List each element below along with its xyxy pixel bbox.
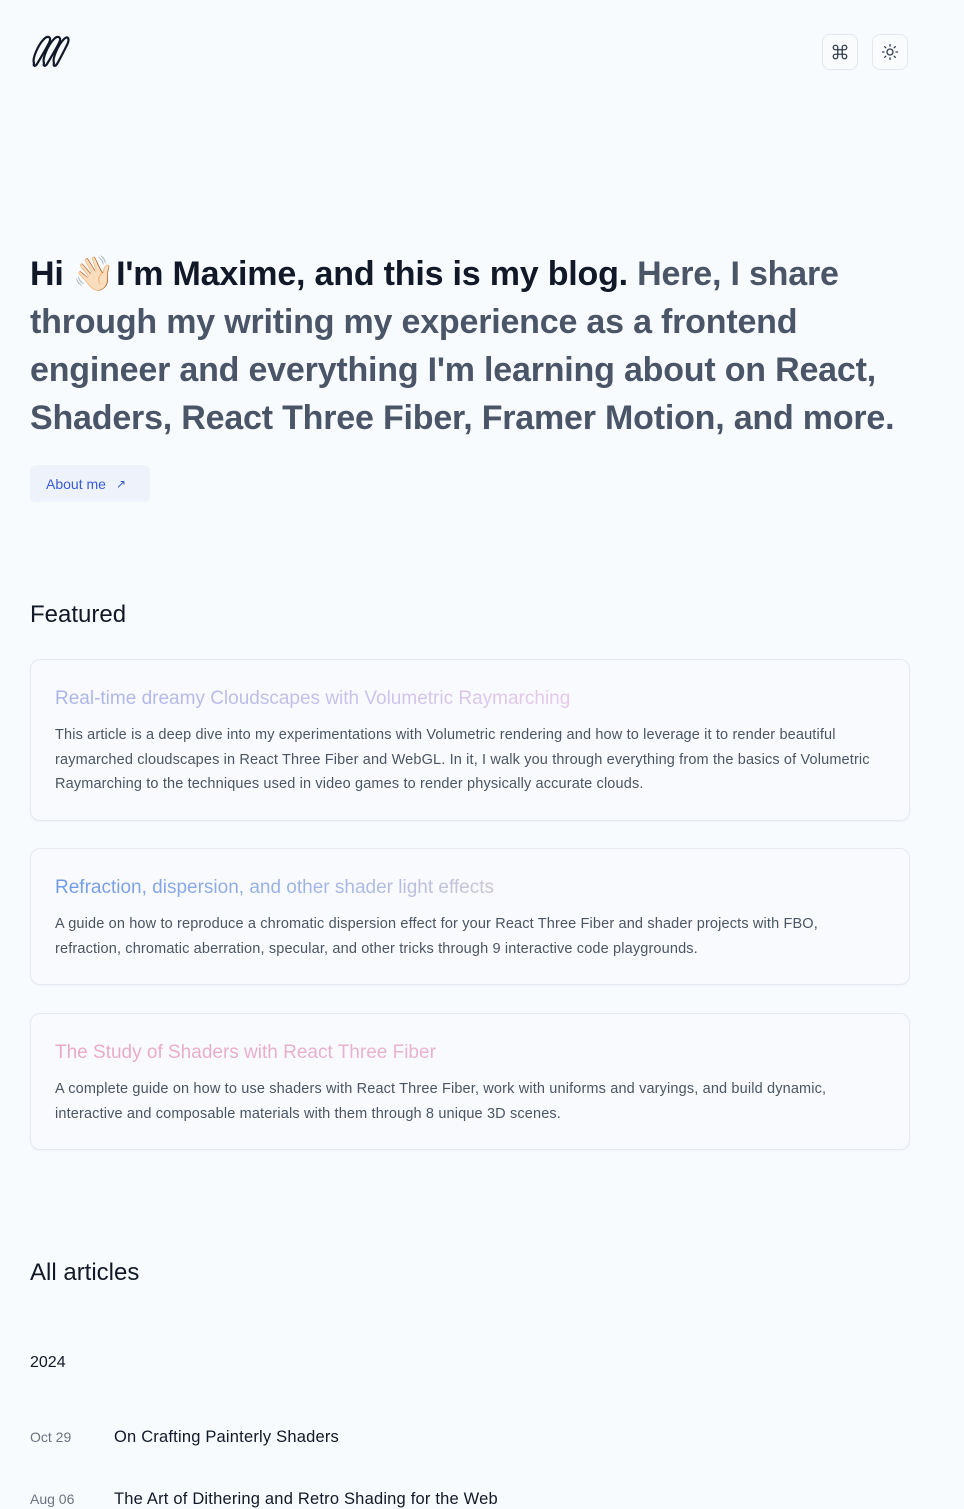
article-date: Aug 06 (30, 1491, 75, 1507)
featured-card-title[interactable]: The Study of Shaders with React Three Fi… (55, 1039, 885, 1067)
hero-intro: Hi 👋🏻 I'm Maxime, and this is my blog. H… (30, 250, 930, 442)
hero-intro-strong: I'm Maxime, and this is my blog. (116, 255, 628, 293)
about-me-button[interactable]: About me ↗ (30, 465, 150, 502)
featured-card-title[interactable]: Refraction, dispersion, and other shader… (55, 874, 885, 902)
article-row[interactable]: Oct 29 On Crafting Painterly Shaders (30, 1428, 339, 1447)
site-logo[interactable] (30, 33, 70, 69)
featured-heading: Featured (30, 601, 127, 628)
featured-card[interactable]: The Study of Shaders with React Three Fi… (30, 1013, 910, 1150)
article-date: Oct 29 (30, 1429, 72, 1445)
featured-card[interactable]: Real-time dreamy Cloudscapes with Volume… (30, 659, 910, 821)
hero-greeting: Hi (30, 255, 64, 293)
article-row[interactable]: Aug 06 The Art of Dithering and Retro Sh… (30, 1490, 498, 1509)
featured-card[interactable]: Refraction, dispersion, and other shader… (30, 848, 910, 985)
featured-card-description: A complete guide on how to use shaders w… (55, 1081, 827, 1122)
command-icon (832, 44, 848, 60)
featured-card-description: This article is a deep dive into my expe… (55, 727, 870, 792)
sun-icon (881, 43, 899, 61)
article-title[interactable]: On Crafting Painterly Shaders (114, 1428, 339, 1447)
featured-card-description: A guide on how to reproduce a chromatic … (55, 916, 818, 957)
featured-card-title[interactable]: Real-time dreamy Cloudscapes with Volume… (55, 685, 885, 713)
year-heading: 2024 (30, 1354, 66, 1371)
wave-emoji: 👋🏻 (72, 255, 115, 293)
about-me-label: About me (46, 475, 106, 492)
arrow-up-right-icon: ↗ (115, 476, 126, 491)
maxime-logo-icon (32, 35, 70, 67)
theme-toggle-button[interactable] (872, 34, 908, 70)
command-menu-button[interactable] (822, 34, 858, 70)
all-articles-heading: All articles (30, 1259, 140, 1286)
article-title[interactable]: The Art of Dithering and Retro Shading f… (114, 1490, 498, 1509)
